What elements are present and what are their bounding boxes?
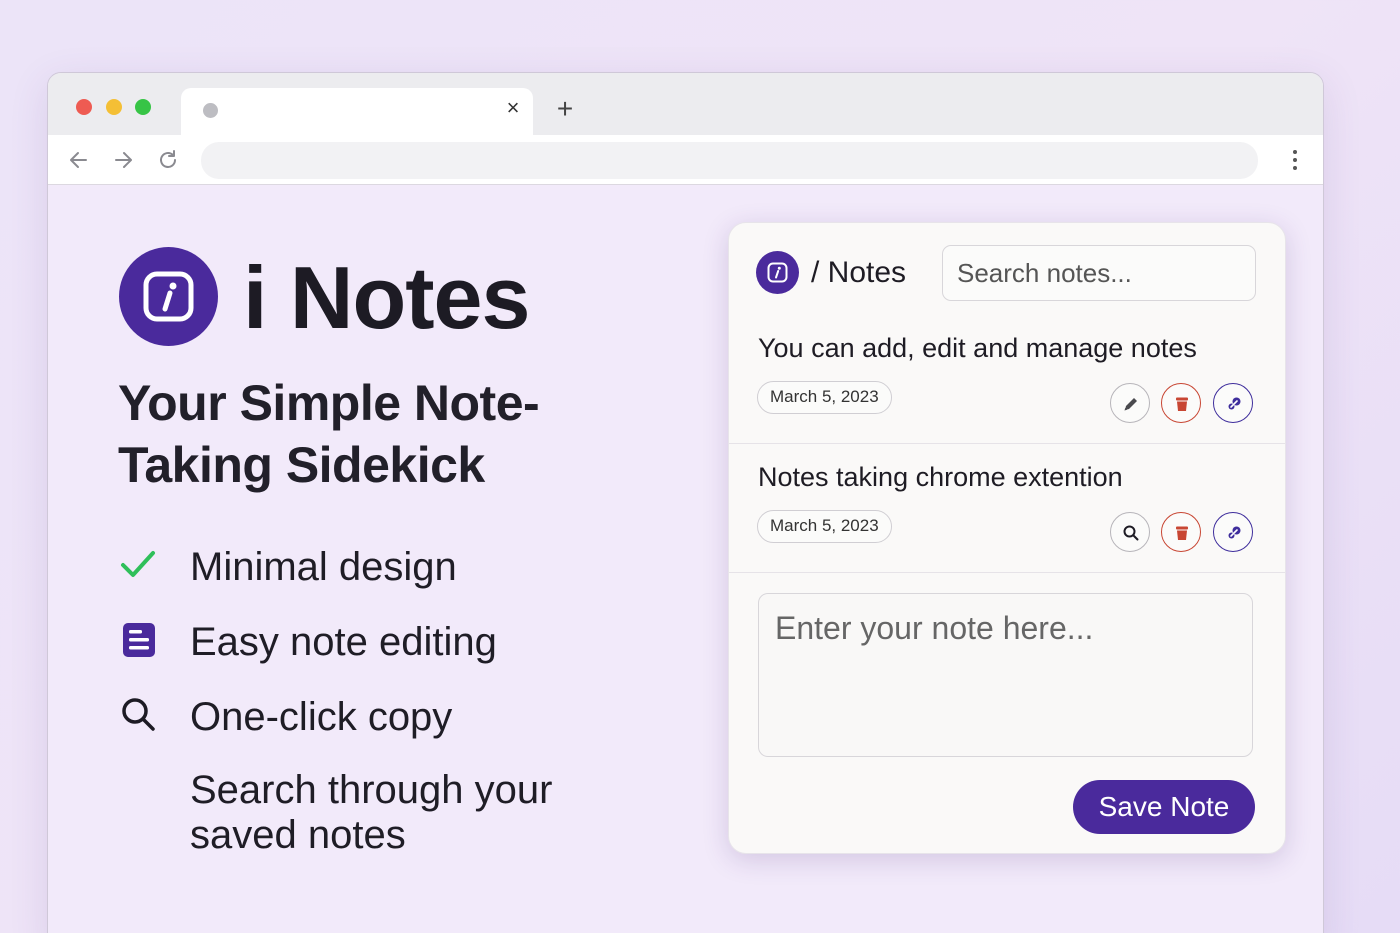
close-window-button[interactable] <box>76 99 92 115</box>
navigation-bar <box>48 135 1323 185</box>
notes-popup: / Notes You can add, edit and manage not… <box>728 222 1286 854</box>
note-date-badge: March 5, 2023 <box>757 510 892 543</box>
popup-logo <box>756 251 799 294</box>
copy-note-button[interactable] <box>1213 383 1253 423</box>
link-icon <box>1228 397 1241 410</box>
notes-logo-icon <box>143 271 194 322</box>
feature-label: One-click copy <box>190 695 453 739</box>
pencil-icon <box>1124 398 1137 411</box>
note-item: You can add, edit and manage notes March… <box>729 315 1285 444</box>
tagline: Your Simple Note-Taking Sidekick <box>118 375 540 493</box>
new-tab-button[interactable]: + <box>551 95 579 123</box>
magnifier-icon <box>118 694 158 734</box>
link-icon <box>1228 526 1241 539</box>
popup-title: / Notes <box>811 256 907 289</box>
address-bar[interactable] <box>201 142 1258 179</box>
reload-icon[interactable] <box>155 147 181 173</box>
note-text: Notes taking chrome extention <box>758 462 1123 492</box>
note-date-badge: March 5, 2023 <box>757 381 892 414</box>
minimize-window-button[interactable] <box>106 99 122 115</box>
edit-note-button[interactable] <box>1110 383 1150 423</box>
note-text: You can add, edit and manage notes <box>758 333 1197 363</box>
feature-label: Minimal design <box>190 545 457 589</box>
delete-note-button[interactable] <box>1161 383 1201 423</box>
search-input[interactable] <box>942 245 1256 301</box>
trash-icon <box>1176 397 1188 411</box>
browser-tab[interactable]: × <box>181 88 533 135</box>
search-icon <box>1123 525 1139 541</box>
tab-favicon-icon <box>203 103 218 118</box>
document-list-icon <box>118 619 158 659</box>
tab-close-icon[interactable]: × <box>501 96 525 120</box>
search-note-button[interactable] <box>1110 512 1150 552</box>
feature-item: One-click copy <box>118 692 678 742</box>
checkmark-icon <box>118 544 158 584</box>
brand-name: i Notes <box>243 248 530 347</box>
note-input[interactable] <box>758 593 1253 757</box>
app-logo <box>119 247 218 346</box>
feature-label: Search through your saved notes <box>190 768 553 857</box>
delete-note-button[interactable] <box>1161 512 1201 552</box>
notes-logo-icon <box>767 262 788 283</box>
feature-item: Search through your saved notes <box>118 768 678 862</box>
maximize-window-button[interactable] <box>135 99 151 115</box>
feature-item: Easy note editing <box>118 617 678 667</box>
feature-item: Minimal design <box>118 542 678 592</box>
back-arrow-icon[interactable] <box>66 147 92 173</box>
note-item: Notes taking chrome extention March 5, 2… <box>729 444 1285 573</box>
save-note-button[interactable]: Save Note <box>1073 780 1255 834</box>
browser-menu-icon[interactable] <box>1291 147 1299 173</box>
forward-arrow-icon[interactable] <box>110 147 136 173</box>
title-bar: × + <box>48 73 1323 135</box>
copy-note-button[interactable] <box>1213 512 1253 552</box>
trash-icon <box>1176 526 1188 540</box>
feature-label: Easy note editing <box>190 620 497 664</box>
